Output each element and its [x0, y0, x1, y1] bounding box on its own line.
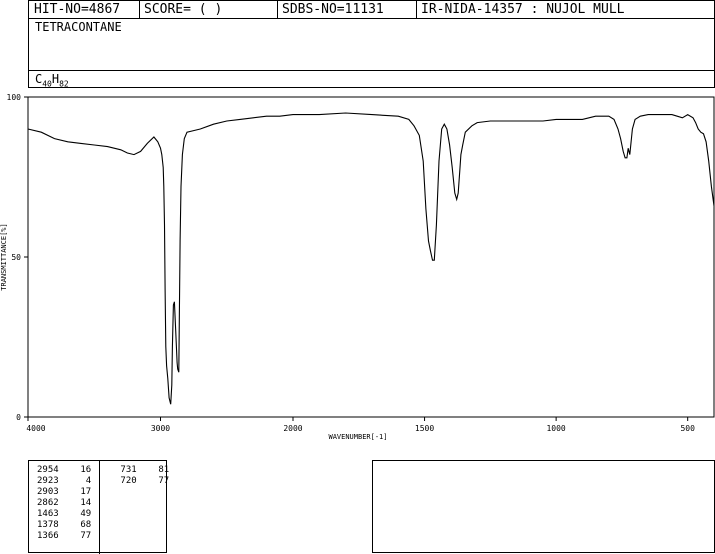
ir-spectrum-chart: 4000 3000 2000 1500 1000 500 0 50 100 WAVENUMBER…: [0, 93, 715, 441]
x-tick-label: 2000: [283, 424, 302, 433]
x-tick-label: 1000: [546, 424, 565, 433]
peak-row: 731 81: [115, 465, 170, 475]
x-tick-label: 4000: [26, 424, 45, 433]
peak-row: 2903 17: [37, 487, 92, 497]
peak-list-col1: 2954 16 2923 4 2903 17 2862 14 1463 49 1378 6…: [37, 465, 91, 542]
peak-row: 1378 68: [37, 520, 92, 530]
plot-frame: [27, 96, 715, 418]
x-axis-label: WAVENUMBER[-1]: [328, 433, 387, 441]
peak-row: 720 77: [115, 476, 170, 486]
y-tick-label: 50: [11, 253, 21, 262]
x-tick-label: 3000: [151, 424, 170, 433]
peak-row: 2862 14: [37, 498, 92, 508]
x-tick-label: 1500: [415, 424, 434, 433]
y-tick-label: 0: [16, 413, 21, 422]
x-tick-label: 500: [680, 424, 695, 433]
structure-box: [372, 460, 715, 553]
spectrum-line: [27, 112, 715, 405]
peak-row: 2923 4: [37, 476, 92, 486]
peak-row: 2954 16: [37, 465, 92, 475]
peak-list-col2: 731 81 720 77: [115, 465, 169, 487]
peak-row: 1463 49: [37, 509, 92, 519]
peak-table: 2954 16 2923 4 2903 17 2862 14 1463 49 1378 6…: [28, 460, 169, 554]
y-tick-label: 100: [7, 93, 22, 102]
axis-ticks: 4000 3000 2000 1500 1000 500 0 50 100: [7, 93, 696, 433]
y-axis-label: TRANSMITTANCE[%]: [0, 223, 8, 290]
peak-row: 1366 77: [37, 531, 92, 541]
